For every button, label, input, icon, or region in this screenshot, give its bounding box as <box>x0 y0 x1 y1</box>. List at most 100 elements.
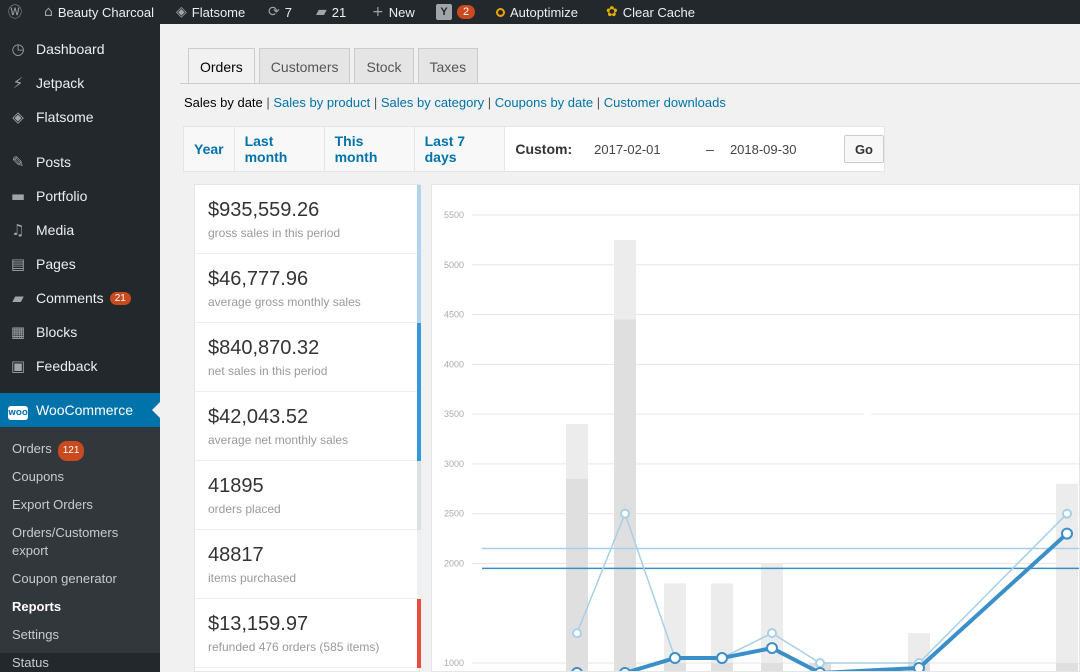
tab-stock[interactable]: Stock <box>354 48 414 84</box>
report-tabs: Orders Customers Stock Taxes <box>188 48 479 84</box>
menu-woocommerce[interactable]: WOO WooCommerce <box>0 393 160 427</box>
range-year[interactable]: Year <box>184 127 235 171</box>
stat-gross-sales[interactable]: $935,559.26 gross sales in this period <box>195 185 421 254</box>
feedback-icon: ▣ <box>10 357 26 375</box>
jetpack-icon: ⚡ <box>12 74 24 92</box>
series-point <box>572 628 582 639</box>
tab-orders[interactable]: Orders <box>188 48 255 84</box>
series-point <box>571 666 583 671</box>
link-coupons-by-date[interactable]: Coupons by date <box>495 95 593 110</box>
series-point <box>767 628 777 639</box>
range-last-7-days[interactable]: Last 7 days <box>414 127 506 171</box>
menu-posts[interactable]: ✎ Posts <box>0 145 160 179</box>
theme-link[interactable]: ◈ Flatsome <box>176 0 245 24</box>
chart-svg: 1000 2000 2500 3000 3500 4000 4500 5000 5500 <box>444 210 1079 671</box>
menu-blocks[interactable]: ▦ Blocks <box>0 315 160 349</box>
cache-icon: ✿ <box>606 4 618 20</box>
active-arrow <box>152 402 160 418</box>
series-point <box>815 658 825 668</box>
link-sales-by-category[interactable]: Sales by category <box>381 95 484 110</box>
y-tick-label: 4500 <box>444 310 464 320</box>
series-point <box>1061 527 1073 540</box>
new-content-link[interactable]: + New <box>372 0 415 24</box>
end-date-input[interactable]: 2018-09-30 <box>730 142 826 157</box>
yoast-badge: 2 <box>457 5 476 19</box>
y-tick-label: 4000 <box>444 359 464 369</box>
range-this-month[interactable]: This month <box>324 127 415 171</box>
stat-average-gross[interactable]: $46,777.96 average gross monthly sales <box>195 254 421 323</box>
series-point <box>814 666 826 671</box>
link-sales-by-product[interactable]: Sales by product <box>273 95 370 110</box>
range-last-month[interactable]: Last month <box>234 127 325 171</box>
date-separator: – <box>706 141 714 157</box>
stat-orders-placed[interactable]: 41895 orders placed <box>195 461 421 530</box>
series-point <box>620 508 630 519</box>
stat-color-bar <box>417 323 421 392</box>
autoptimize-icon <box>496 7 505 17</box>
bar-inner <box>711 663 733 671</box>
submenu-coupon-generator[interactable]: Coupon generator <box>12 570 152 588</box>
woocommerce-icon: WOO <box>0 401 36 420</box>
link-customer-downloads[interactable]: Customer downloads <box>604 95 726 110</box>
series-point <box>669 652 681 665</box>
stat-color-bar <box>417 185 421 254</box>
submenu-reports[interactable]: Reports <box>12 598 152 616</box>
y-tick-label: 2500 <box>444 509 464 519</box>
stat-average-net[interactable]: $42,043.52 average net monthly sales <box>195 392 421 461</box>
plus-icon: + <box>372 4 384 20</box>
stat-color-bar <box>417 461 421 530</box>
menu-pages[interactable]: ▤ Pages <box>0 247 160 281</box>
menu-portfolio[interactable]: ▬ Portfolio <box>0 179 160 213</box>
orders-badge: 121 <box>57 441 85 461</box>
wordpress-logo-icon[interactable]: Ⓦ <box>8 0 22 24</box>
admin-bar: Ⓦ ⌂ Beauty Charcoal ◈ Flatsome ⟳ 7 ▰ 21 … <box>0 0 1080 24</box>
y-tick-label: 1000 <box>444 658 464 668</box>
custom-label: Custom: <box>515 141 573 157</box>
y-tick-label: 3000 <box>444 459 464 469</box>
submenu-orders[interactable]: Orders 121 <box>12 440 152 461</box>
home-icon: ⌂ <box>44 4 53 20</box>
stat-refunded[interactable]: $13,159.97 refunded 476 orders (585 item… <box>195 599 421 668</box>
submenu-orders-customers-export[interactable]: Orders/Customers export <box>12 524 152 560</box>
stat-items-purchased[interactable]: 48817 items purchased <box>195 530 421 599</box>
tab-customers[interactable]: Customers <box>258 48 351 84</box>
bar-inner <box>761 663 783 671</box>
link-sales-by-date[interactable]: Sales by date <box>184 95 263 110</box>
tab-taxes[interactable]: Taxes <box>417 48 479 84</box>
menu-comments[interactable]: ▰ Comments 21 <box>0 281 160 315</box>
stat-color-bar <box>417 392 421 461</box>
y-tick-label: 5500 <box>444 210 464 220</box>
clear-cache-link[interactable]: ✿ Clear Cache <box>606 0 695 24</box>
comments-link[interactable]: ▰ 21 <box>316 0 346 24</box>
menu-dashboard[interactable]: ◷ Dashboard <box>0 32 160 66</box>
flatsome-icon: ◈ <box>176 4 187 20</box>
menu-media[interactable]: ♫ Media <box>0 213 160 247</box>
menu-feedback[interactable]: ▣ Feedback <box>0 349 160 383</box>
menu-flatsome[interactable]: ◈ Flatsome <box>0 100 160 134</box>
comment-icon: ▰ <box>316 4 327 20</box>
stat-color-bar <box>417 254 421 323</box>
submenu-status[interactable]: Status <box>12 654 152 672</box>
flatsome-icon: ◈ <box>12 108 24 126</box>
submenu-export-orders[interactable]: Export Orders <box>12 496 152 514</box>
updates-icon: ⟳ <box>268 4 280 20</box>
site-name-link[interactable]: ⌂ Beauty Charcoal <box>44 0 154 24</box>
start-date-input[interactable]: 2017-02-01 <box>594 142 690 157</box>
comment-icon: ▰ <box>12 289 24 307</box>
go-button[interactable]: Go <box>843 135 884 163</box>
menu-jetpack[interactable]: ⚡ Jetpack <box>0 66 160 100</box>
custom-range: Custom: 2017-02-01 – 2018-09-30 Go <box>505 127 884 171</box>
y-tick-label: 5000 <box>444 260 464 270</box>
blocks-icon: ▦ <box>10 323 26 341</box>
yoast-link[interactable]: Y 2 <box>436 0 476 24</box>
mouse-cursor-icon <box>864 405 872 421</box>
comments-badge: 21 <box>109 291 131 305</box>
stat-net-sales[interactable]: $840,870.32 net sales in this period <box>195 323 421 392</box>
submenu-coupons[interactable]: Coupons <box>12 468 152 486</box>
woocommerce-submenu: Orders 121 Coupons Export Orders Orders/C… <box>0 427 160 670</box>
series-point <box>913 661 925 671</box>
pages-icon: ▤ <box>10 255 26 273</box>
submenu-settings[interactable]: Settings <box>12 626 152 644</box>
updates-link[interactable]: ⟳ 7 <box>268 0 292 24</box>
autoptimize-link[interactable]: Autoptimize <box>496 0 578 24</box>
